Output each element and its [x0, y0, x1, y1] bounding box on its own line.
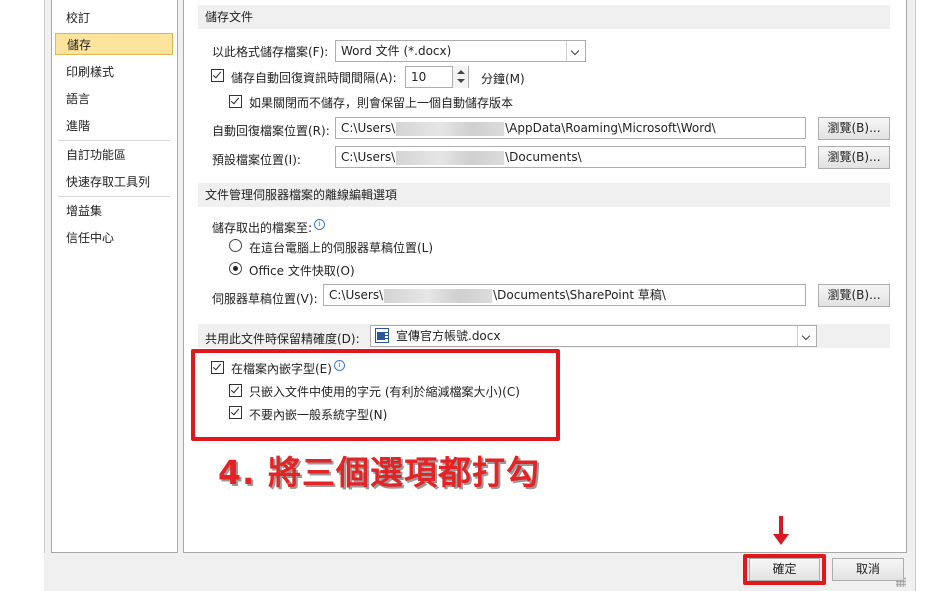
browse-default-location-button[interactable]: 瀏覽(B)...	[818, 146, 890, 169]
sidebar-item-proofing[interactable]: 校訂	[55, 7, 173, 29]
sidebar-item-save[interactable]: 儲存	[55, 33, 173, 55]
radio-server-drafts-label: 在這台電腦上的伺服器草稿位置(L)	[249, 241, 434, 255]
default-location-label: 預設檔案位置(I):	[212, 153, 301, 167]
sidebar-divider	[58, 196, 170, 197]
drafts-path-prefix: C:\Users\	[329, 288, 384, 302]
save-format-value: Word 文件 (*.docx)	[341, 44, 452, 58]
pointer-arrow-head-icon	[773, 534, 789, 545]
sidebar-item-typography[interactable]: 印刷樣式	[55, 61, 173, 83]
autorecover-interval-label: 儲存自動回復資訊時間間隔(A):	[231, 71, 397, 85]
browse-autorecover-button[interactable]: 瀏覽(B)...	[818, 117, 890, 140]
sidebar-divider	[58, 140, 170, 141]
autorecover-location-input[interactable]: C:\Users\ \AppData\Roaming\Microsoft\Word…	[335, 117, 806, 139]
sidebar-item-advanced[interactable]: 進階	[55, 115, 173, 137]
default-path-suffix: \Documents\	[505, 150, 582, 164]
sidebar-item-quick-access-toolbar[interactable]: 快速存取工具列	[55, 171, 173, 193]
section-header-offline-editing: 文件管理伺服器檔案的離線編輯選項	[198, 183, 890, 207]
default-location-input[interactable]: C:\Users\ \Documents\	[335, 146, 806, 168]
chevron-down-icon[interactable]	[797, 326, 816, 346]
autorecover-location-label: 自動回復檔案位置(R):	[212, 124, 330, 138]
sidebar-item-customize-ribbon[interactable]: 自訂功能區	[55, 144, 173, 166]
save-format-label: 以此格式儲存檔案(F):	[212, 45, 329, 59]
sidebar-item-trust-center[interactable]: 信任中心	[55, 227, 173, 249]
server-drafts-location-input[interactable]: C:\Users\ \Documents\SharePoint 草稿\	[323, 284, 806, 306]
server-drafts-location-label: 伺服器草稿位置(V):	[212, 292, 318, 306]
minutes-spin-buttons[interactable]	[452, 66, 468, 88]
save-format-dropdown[interactable]: Word 文件 (*.docx)	[335, 40, 586, 62]
autorecover-checkbox[interactable]	[211, 69, 224, 82]
spin-down-icon[interactable]	[457, 79, 465, 83]
keep-last-autosave-label: 如果關閉而不儲存，則會保留上一個自動儲存版本	[249, 96, 514, 110]
section-header-save-documents: 儲存文件	[198, 5, 890, 29]
word-document-icon	[375, 328, 389, 343]
save-checked-out-label: 儲存取出的檔案至: i	[212, 219, 326, 236]
fidelity-document-value: 宣傳官方帳號.docx	[396, 329, 501, 343]
autorecover-path-suffix: \AppData\Roaming\Microsoft\Word\	[505, 121, 716, 135]
options-sidebar: 校訂 儲存 印刷樣式 語言 進階 自訂功能區 快速存取工具列 增益集 信任中心	[51, 0, 178, 553]
highlight-box-ok-button	[743, 554, 826, 585]
autorecover-minutes-value: 10	[411, 70, 427, 84]
radio-office-cache-label: Office 文件快取(O)	[249, 264, 355, 278]
pointer-arrow-icon	[779, 516, 783, 536]
preserve-fidelity-label: 共用此文件時保留精確度(D):	[205, 332, 360, 346]
keep-last-autosave-checkbox[interactable]	[229, 95, 242, 108]
minutes-label: 分鐘(M)	[481, 72, 525, 86]
highlight-box-embed-options	[191, 349, 560, 441]
spin-up-icon[interactable]	[457, 70, 465, 74]
redacted-username	[384, 288, 493, 303]
browse-server-drafts-button[interactable]: 瀏覽(B)...	[818, 284, 890, 307]
info-icon: i	[314, 219, 326, 230]
chevron-down-icon[interactable]	[566, 41, 585, 61]
sidebar-item-language[interactable]: 語言	[55, 88, 173, 110]
redacted-username	[396, 121, 505, 136]
cancel-button[interactable]: 取消	[832, 558, 904, 581]
radio-server-drafts[interactable]	[229, 239, 242, 252]
drafts-path-suffix: \Documents\SharePoint 草稿\	[493, 288, 666, 302]
radio-office-cache[interactable]	[229, 262, 242, 275]
fidelity-document-dropdown[interactable]: 宣傳官方帳號.docx	[370, 325, 817, 347]
instruction-annotation: 4. 將三個選項都打勾	[218, 453, 540, 492]
autorecover-path-prefix: C:\Users\	[341, 121, 396, 135]
default-path-prefix: C:\Users\	[341, 150, 396, 164]
sidebar-item-add-ins[interactable]: 增益集	[55, 200, 173, 222]
redacted-username	[396, 150, 505, 165]
